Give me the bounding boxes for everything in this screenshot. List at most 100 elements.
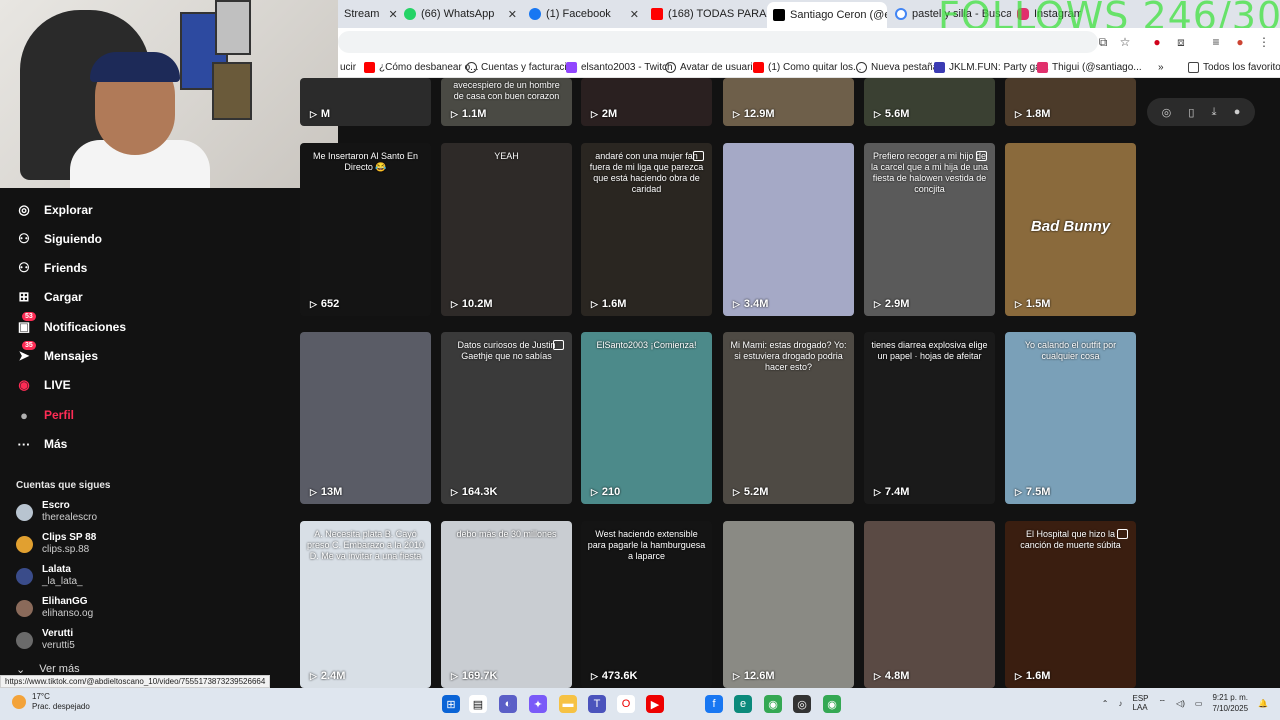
video-thumbnail[interactable]: A. Necesita plata B. Cayó preso C. Embar…	[300, 521, 431, 688]
nav-friends[interactable]: ⚇ Friends	[16, 257, 87, 279]
view-count: ▷ 210	[591, 486, 620, 498]
download-icon[interactable]: ⤓	[1212, 106, 1217, 119]
followed-account[interactable]: Clips SP 88 clips.sp.88	[16, 531, 96, 557]
copilot-icon[interactable]: ✦	[529, 695, 547, 713]
bookmark-item[interactable]: Cuentas y facturación	[466, 59, 578, 75]
chat-icon[interactable]: ◐	[499, 695, 517, 713]
video-thumbnail[interactable]: ▷ 12.9M	[723, 78, 854, 126]
video-thumbnail[interactable]: ▷ 12.6M	[723, 521, 854, 688]
view-count: ▷ 12.6M	[733, 670, 775, 682]
chrome-icon[interactable]: ◉	[764, 695, 782, 713]
bookmark-star-icon[interactable]: ☆	[1117, 34, 1133, 50]
followed-account[interactable]: Verutti verutti5	[16, 627, 75, 653]
video-thumbnail[interactable]: ▷ 4.8M	[864, 521, 995, 688]
video-thumbnail[interactable]: Yo calando el outfit por cualquier cosa ▷…	[1005, 332, 1136, 504]
teams-icon[interactable]: T	[588, 695, 606, 713]
tab-stream[interactable]: Stream ✕	[338, 4, 398, 24]
user-avatar-icon[interactable]: ●	[1234, 106, 1241, 118]
chrome-profile-icon[interactable]: ◉	[823, 695, 841, 713]
compass-icon[interactable]: ◎	[1162, 106, 1172, 119]
tab-youtube[interactable]: (168) TODAS PARA M ✕	[645, 4, 767, 24]
opera-icon[interactable]: O	[617, 695, 635, 713]
video-thumbnail[interactable]: Prefiero recoger a mi hijo de la carcel …	[864, 143, 995, 316]
video-thumbnail[interactable]: Mi Mami: estas drogado? Yo: si estuviera…	[723, 332, 854, 504]
install-icon[interactable]: ⧉	[1095, 34, 1111, 50]
youtube-icon[interactable]: ▶	[646, 695, 664, 713]
bookmark-item[interactable]: Nueva pestaña	[856, 59, 938, 75]
volume-icon[interactable]: ◁)	[1176, 699, 1185, 708]
video-thumbnail[interactable]: andaré con una mujer fan fuera de mi lig…	[581, 143, 712, 316]
video-thumbnail[interactable]: avecespiero de un hombre de casa con bue…	[441, 78, 572, 126]
bookmark-item[interactable]: ucir	[340, 59, 356, 75]
video-thumbnail[interactable]: Bad Bunny ▷ 1.5M	[1005, 143, 1136, 316]
view-count-value: 473.6K	[601, 670, 638, 682]
video-thumbnail[interactable]: YEAH ▷ 10.2M	[441, 143, 572, 316]
video-thumbnail[interactable]: tienes diarrea explosiva elige un papel …	[864, 332, 995, 504]
profile-avatar-icon[interactable]: ●	[1232, 34, 1248, 50]
opera-extension-icon[interactable]: ●	[1149, 34, 1165, 50]
view-count-value: 1.8M	[1025, 108, 1051, 120]
task-view-icon[interactable]: ▤	[469, 695, 487, 713]
video-caption: avecespiero de un hombre de casa con bue…	[453, 80, 560, 101]
notifications-bell-icon[interactable]: 🔔	[1258, 699, 1268, 708]
account-handle: verutti5	[42, 640, 75, 651]
file-explorer-icon[interactable]: ▬	[559, 695, 577, 713]
bookmark-item[interactable]: (1) Como quitar los...	[753, 59, 861, 75]
bookmark-item[interactable]: Thigui (@santiago...	[1037, 59, 1142, 75]
language-indicator[interactable]: ESP LAA	[1133, 694, 1149, 712]
clock[interactable]: 9:21 p. m. 7/10/2025	[1212, 692, 1248, 714]
nav-perfil[interactable]: ● Perfil	[16, 404, 74, 426]
video-thumbnail[interactable]: debo más de 30 millones ▷ 169.7K	[441, 521, 572, 688]
close-icon[interactable]: ✕	[626, 8, 639, 21]
video-thumbnail[interactable]: ▷ 2M	[581, 78, 712, 126]
obs-icon[interactable]: ◎	[793, 695, 811, 713]
device-icon[interactable]: ▯	[1188, 106, 1194, 119]
start-icon[interactable]: ⊞	[442, 695, 460, 713]
view-count-value: 164.3K	[461, 486, 498, 498]
nav-explorar[interactable]: ◎ Explorar	[16, 199, 92, 221]
all-bookmarks-button[interactable]: Todos los favoritos	[1188, 59, 1280, 75]
battery-icon[interactable]: ▭	[1195, 699, 1203, 708]
followed-account[interactable]: ElihanGG elihanso.og	[16, 595, 93, 621]
nav-notificaciones[interactable]: ▣ 53 Notificaciones	[16, 312, 126, 338]
nav-live[interactable]: ◉ LIVE	[16, 374, 70, 396]
address-bar[interactable]	[338, 31, 1098, 53]
weather-widget[interactable]: 17°C Prac. despejado	[12, 692, 90, 712]
tab-whatsapp[interactable]: (66) WhatsApp ✕	[398, 4, 523, 24]
video-thumbnail[interactable]: ▷ 5.6M	[864, 78, 995, 126]
tab-tiktok-active[interactable]: Santiago Ceron (@el ✕	[767, 2, 887, 28]
nav-mas[interactable]: ··· Más	[16, 433, 68, 455]
bookmark-item[interactable]: ¿Cómo desbanear o...	[364, 59, 479, 75]
video-thumbnail[interactable]: Me Insertaron Al Santo En Directo 😂 ▷ 652	[300, 143, 431, 316]
upload-icon: ⊞	[18, 289, 30, 304]
followed-account[interactable]: Lalata _la_lata_	[16, 563, 83, 589]
bookmark-item[interactable]: JKLM.FUN: Party ga...	[934, 59, 1049, 75]
close-icon[interactable]: ✕	[504, 8, 517, 21]
facebook-icon[interactable]: f	[705, 695, 723, 713]
bookmark-item[interactable]: elsanto2003 - Twitch	[566, 59, 673, 75]
bookmarks-overflow-button[interactable]: »	[1158, 59, 1164, 75]
video-thumbnail[interactable]: ElSanto2003 ¡Comienza! ▷ 210	[581, 332, 712, 504]
microphone-icon[interactable]: ♪	[1119, 699, 1123, 708]
nav-mensajes[interactable]: ➤ 35 Mensajes	[16, 341, 98, 367]
video-thumbnail[interactable]: ▷ 1.8M	[1005, 78, 1136, 126]
menu-dots-icon[interactable]: ⋮	[1256, 34, 1272, 50]
video-thumbnail[interactable]: Datos curiosos de Justin Gaethje que no …	[441, 332, 572, 504]
video-thumbnail[interactable]: El Hospital que hizo la canción de muert…	[1005, 521, 1136, 688]
video-thumbnail[interactable]: ▷ 13M	[300, 332, 431, 504]
media-controls-icon[interactable]: ≡	[1208, 34, 1224, 50]
followed-account[interactable]: Escro therealescro	[16, 499, 97, 525]
nav-cargar[interactable]: ⊞ Cargar	[16, 286, 83, 308]
bookmark-item[interactable]: Avatar de usuario	[665, 59, 758, 75]
tab-facebook[interactable]: (1) Facebook ✕	[523, 4, 645, 24]
bookmark-label: ucir	[340, 61, 357, 73]
close-icon[interactable]: ✕	[384, 8, 397, 21]
chevron-up-icon[interactable]: ⌃	[1102, 699, 1109, 708]
extensions-icon[interactable]: ⧈	[1173, 34, 1189, 50]
video-thumbnail[interactable]: ▷ M	[300, 78, 431, 126]
video-thumbnail[interactable]: West haciendo extensible para pagarle la…	[581, 521, 712, 688]
video-thumbnail[interactable]: ▷ 3.4M	[723, 143, 854, 316]
network-icon[interactable]: ⌔	[1159, 698, 1167, 708]
edge-icon[interactable]: e	[734, 695, 752, 713]
nav-siguiendo[interactable]: ⚇ Siguiendo	[16, 228, 102, 250]
